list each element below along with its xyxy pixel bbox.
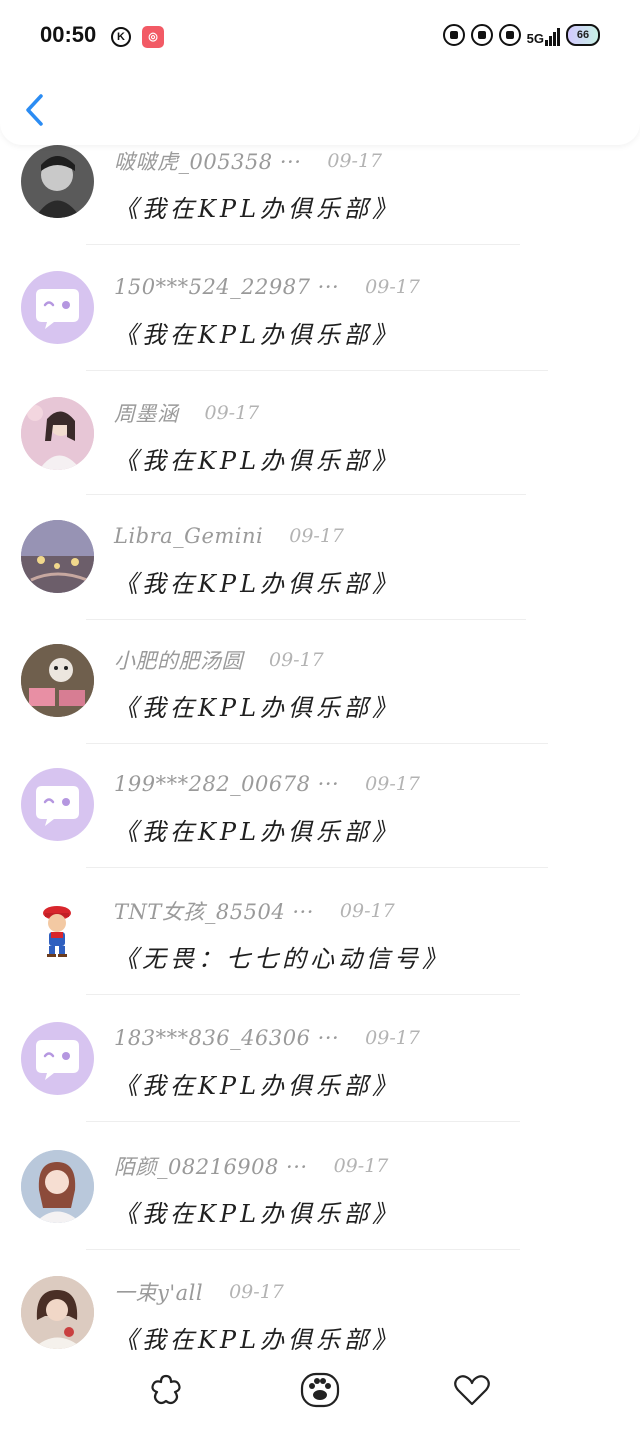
avatar[interactable] — [21, 895, 94, 968]
nav-bar — [0, 74, 640, 145]
k-app-icon: K — [111, 27, 131, 47]
comment-text: 《我在KPL办俱乐部》 — [114, 694, 401, 722]
avatar[interactable] — [21, 397, 94, 470]
comment-text: 《我在KPL办俱乐部》 — [114, 570, 401, 598]
divider — [86, 244, 520, 245]
list-item[interactable]: 199***282_00678 ··· 09-17 《我在KPL办俱乐部》 — [0, 768, 640, 893]
comment-meta: 199***282_00678 ··· 09-17 — [114, 770, 420, 798]
comment-date: 09-17 — [229, 1281, 284, 1303]
pink-app-icon: ◎ — [142, 26, 164, 48]
username[interactable]: 一束y'all — [114, 1277, 203, 1307]
list-item[interactable]: Libra_Gemini 09-17 《我在KPL办俱乐部》 — [0, 520, 640, 645]
back-button[interactable] — [22, 92, 48, 128]
comment-date: 09-17 — [333, 1155, 389, 1177]
flower-icon — [151, 1374, 181, 1405]
username[interactable]: 199***282_00678 ··· — [114, 772, 339, 796]
network-label: 5G — [526, 31, 544, 46]
comment-meta: 150***524_22987 ··· 09-17 — [114, 273, 420, 301]
comment-meta: 小肥的肥汤圆 09-17 — [114, 646, 324, 674]
status-indicators: 5G 66 — [442, 24, 600, 46]
avatar[interactable] — [21, 1150, 94, 1223]
list-item[interactable]: 周墨涵 09-17 《我在KPL办俱乐部》 — [0, 397, 640, 522]
username[interactable]: TNT女孩_85504 ··· — [114, 896, 314, 926]
comment-date: 09-17 — [339, 900, 395, 922]
header: 00:50 K ◎ 5G 66 — [0, 0, 640, 145]
username[interactable]: Libra_Gemini — [114, 524, 263, 548]
paw-button[interactable] — [300, 1372, 340, 1408]
list-item[interactable]: 150***524_22987 ··· 09-17 《我在KPL办俱乐部》 — [0, 271, 640, 396]
chevron-left-icon — [26, 94, 43, 126]
username[interactable]: 啵啵虎_005358 ··· — [114, 146, 301, 176]
status-bar: 00:50 K ◎ 5G 66 — [0, 0, 640, 74]
heart-button[interactable] — [452, 1372, 492, 1408]
divider — [86, 1249, 520, 1250]
notification-icon — [470, 24, 493, 46]
notification-icon — [498, 24, 521, 46]
comment-date: 09-17 — [204, 402, 260, 424]
username[interactable]: 小肥的肥汤圆 — [114, 645, 243, 675]
avatar[interactable] — [21, 1276, 94, 1349]
bottom-action-bar — [0, 1350, 640, 1429]
divider — [86, 867, 548, 868]
avatar[interactable] — [21, 520, 94, 593]
avatar[interactable] — [21, 145, 94, 218]
username[interactable]: 陌颜_08216908 ··· — [114, 1151, 308, 1181]
comment-date: 09-17 — [269, 649, 324, 671]
comment-meta: TNT女孩_85504 ··· 09-17 — [114, 897, 395, 925]
divider — [86, 743, 548, 744]
divider — [86, 619, 526, 620]
divider — [86, 370, 548, 371]
comment-meta: 啵啵虎_005358 ··· 09-17 — [114, 147, 382, 175]
avatar[interactable] — [21, 644, 94, 717]
list-item[interactable]: 183***836_46306 ··· 09-17 《我在KPL办俱乐部》 — [0, 1022, 640, 1147]
avatar[interactable] — [21, 1022, 94, 1095]
username[interactable]: 150***524_22987 ··· — [114, 275, 339, 299]
comment-text: 《我在KPL办俱乐部》 — [114, 818, 401, 846]
comment-meta: 183***836_46306 ··· 09-17 — [114, 1024, 420, 1052]
list-item[interactable]: 啵啵虎_005358 ··· 09-17 《我在KPL办俱乐部》 — [0, 145, 640, 270]
comment-meta: Libra_Gemini 09-17 — [114, 522, 344, 550]
avatar[interactable] — [21, 768, 94, 841]
comment-text: 《我在KPL办俱乐部》 — [114, 195, 401, 223]
username[interactable]: 周墨涵 — [114, 398, 179, 428]
comment-text: 《我在KPL办俱乐部》 — [114, 447, 401, 475]
divider — [86, 494, 526, 495]
comment-date: 09-17 — [365, 773, 420, 795]
signal-icon: 5G — [527, 24, 560, 46]
comment-text: 《无畏：七七的心动信号》 — [114, 945, 450, 973]
comment-date: 09-17 — [327, 150, 383, 172]
list-item[interactable]: TNT女孩_85504 ··· 09-17 《无畏：七七的心动信号》 — [0, 895, 640, 1020]
flower-button[interactable] — [146, 1372, 186, 1408]
comment-meta: 一束y'all 09-17 — [114, 1278, 284, 1306]
divider — [86, 1121, 520, 1122]
username[interactable]: 183***836_46306 ··· — [114, 1026, 339, 1050]
status-time: 00:50 — [40, 22, 97, 47]
list-item[interactable]: 陌颜_08216908 ··· 09-17 《我在KPL办俱乐部》 — [0, 1150, 640, 1275]
avatar[interactable] — [21, 271, 94, 344]
divider — [86, 994, 520, 995]
comment-text: 《我在KPL办俱乐部》 — [114, 1200, 401, 1228]
comment-text: 《我在KPL办俱乐部》 — [114, 321, 401, 349]
comment-list-page: 00:50 K ◎ 5G 66 啵啵虎_005358 ··· 09-17 《我在… — [0, 0, 640, 1429]
comment-date: 09-17 — [365, 276, 420, 298]
comment-date: 09-17 — [289, 525, 345, 547]
list-item[interactable]: 小肥的肥汤圆 09-17 《我在KPL办俱乐部》 — [0, 644, 640, 769]
heart-icon — [454, 1375, 490, 1406]
paw-icon — [300, 1372, 340, 1408]
battery-icon: 66 — [566, 24, 600, 46]
comment-text: 《我在KPL办俱乐部》 — [114, 1072, 401, 1100]
notification-icon — [442, 24, 465, 46]
comment-meta: 周墨涵 09-17 — [114, 399, 259, 427]
comment-meta: 陌颜_08216908 ··· 09-17 — [114, 1152, 388, 1180]
comment-date: 09-17 — [365, 1027, 420, 1049]
